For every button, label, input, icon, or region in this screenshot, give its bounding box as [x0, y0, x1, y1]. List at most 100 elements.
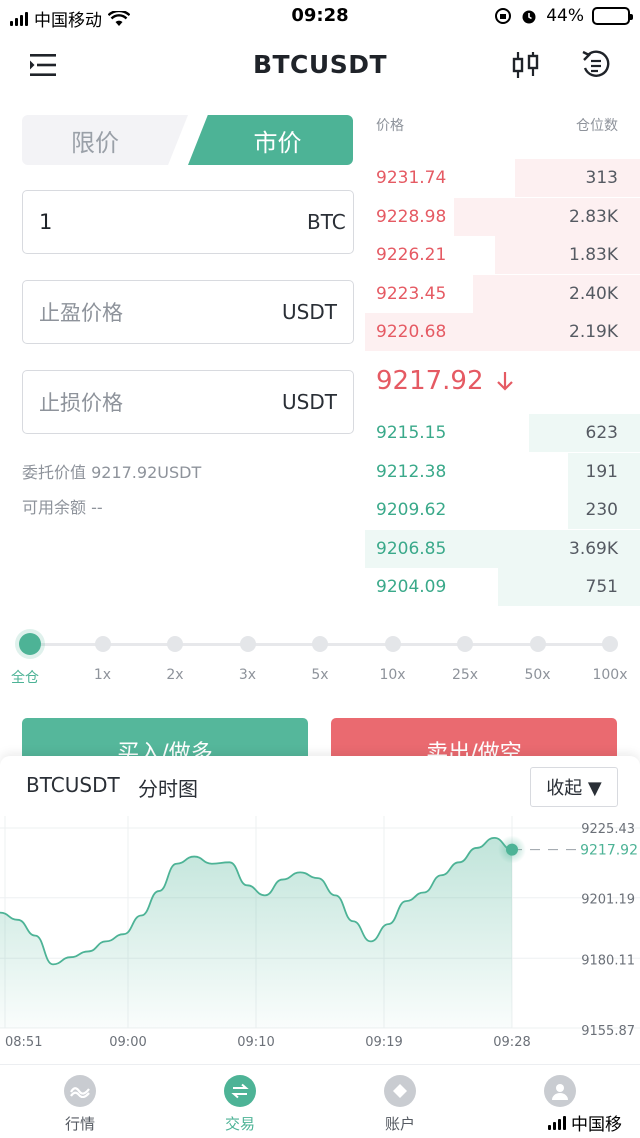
tab-limit-order[interactable]: 限价 [22, 115, 188, 165]
leverage-label[interactable]: 50x [508, 667, 568, 683]
ask-amount: 1.83K [569, 245, 618, 266]
ask-amount: 2.40K [569, 283, 618, 304]
leverage-stop[interactable] [312, 636, 328, 652]
ask-row[interactable]: 9223.45 2.40K [362, 274, 640, 313]
chart-y-tick: 9225.43 [581, 822, 635, 837]
leverage-label[interactable]: 全仓 [0, 667, 55, 687]
orientation-lock-icon [495, 8, 512, 24]
bid-row[interactable]: 9215.15 623 [362, 414, 640, 452]
leverage-label[interactable]: 2x [145, 667, 205, 683]
arrow-down-icon [496, 372, 513, 391]
orderbook-size-header: 仓位数 [576, 118, 618, 134]
stop-loss-unit: USDT [282, 390, 337, 414]
chart-y-tick: 9155.87 [581, 1024, 635, 1039]
collapse-button[interactable]: 收起 ▼ [530, 767, 618, 807]
page-title: BTCUSDT [252, 50, 388, 79]
ask-depth-bar [495, 236, 640, 275]
leverage-stop[interactable] [384, 636, 401, 652]
bid-row[interactable]: 9204.09 751 [362, 568, 640, 607]
bid-depth-bar [528, 414, 640, 452]
leverage-label[interactable]: 5x [290, 667, 350, 683]
chart-panel: BTCUSDT 分时图 收起 ▼ 9225.43 9201.19 9180.11 91… [0, 756, 640, 1064]
ask-price: 9231.74 [376, 168, 447, 188]
chart-x-tick: 09:10 [237, 1035, 274, 1050]
tab-market-order[interactable]: 市价 [188, 115, 353, 165]
bid-price: 9212.38 [376, 461, 447, 482]
tab-profile[interactable] [520, 1075, 600, 1113]
stop-loss-field[interactable]: 止损价格 USDT [22, 370, 354, 434]
market-icon [64, 1075, 96, 1107]
price-chart[interactable]: 9225.43 9201.19 9180.11 9155.87 08:51 09:00 09… [0, 816, 640, 1051]
account-icon [384, 1075, 416, 1107]
leverage-stop[interactable] [602, 636, 618, 652]
bid-amount: 191 [585, 461, 618, 482]
chart-y-tick: 9201.19 [581, 893, 635, 908]
leverage-stop[interactable] [19, 633, 41, 655]
amount-input[interactable] [39, 210, 307, 234]
status-bar: 中国移动 09:28 44% [0, 0, 640, 34]
take-profit-field[interactable]: 止盈价格 USDT [22, 280, 354, 344]
leverage-stop[interactable] [167, 636, 183, 652]
amount-unit: BTC [307, 210, 346, 234]
chart-x-tick: 08:51 [5, 1035, 42, 1050]
ask-amount: 2.83K [569, 206, 618, 227]
chart-x-tick: 09:00 [109, 1035, 146, 1050]
bid-depth-bar [498, 568, 640, 607]
ask-row[interactable]: 9226.21 1.83K [362, 236, 640, 275]
ask-row[interactable]: 9228.98 2.83K [362, 197, 640, 236]
last-price: 9217.92 [376, 366, 514, 396]
alarm-icon [522, 10, 536, 24]
bid-amount: 230 [585, 500, 618, 521]
leverage-stop[interactable] [94, 636, 111, 652]
leverage-label[interactable]: 25x [435, 667, 495, 683]
bid-row[interactable]: 9206.85 3.69K [362, 529, 640, 568]
leverage-label[interactable]: 100x [580, 667, 640, 683]
leverage-label[interactable]: 3x [218, 667, 278, 683]
candlestick-chart-icon[interactable] [510, 50, 542, 80]
bid-amount: 751 [585, 577, 618, 598]
tab-account-label: 账户 [384, 1115, 415, 1133]
status-right: 44% [494, 6, 633, 26]
battery-percent: 44% [546, 6, 584, 26]
leverage-label[interactable]: 10x [363, 667, 423, 683]
bid-row[interactable]: 9209.62 230 [362, 491, 640, 530]
ask-row[interactable]: 9231.74 313 [362, 159, 640, 197]
chart-y-tick: 9180.11 [581, 953, 635, 968]
tab-market[interactable]: 行情 [40, 1075, 120, 1134]
cellular-signal-icon [548, 1115, 566, 1130]
ask-amount: 313 [585, 168, 618, 188]
carrier-overlay-label: 中国移 [571, 1115, 622, 1135]
ask-price: 9220.68 [376, 322, 447, 343]
ask-price: 9223.45 [376, 283, 447, 304]
amount-field[interactable]: BTC [22, 190, 354, 254]
bid-price: 9206.85 [376, 538, 447, 559]
chart-current-point [506, 843, 518, 856]
chart-x-tick: 09:19 [365, 1035, 402, 1050]
available-balance-text: 可用余额 -- [22, 498, 103, 517]
orderbook-price-header: 价格 [376, 118, 404, 134]
profile-icon [544, 1075, 576, 1107]
leverage-stop[interactable] [457, 636, 473, 652]
ask-amount: 2.19K [569, 322, 618, 343]
carrier-overlay: 中国移 [548, 1110, 622, 1135]
bid-price: 9209.62 [376, 500, 447, 521]
tab-account[interactable]: 账户 [360, 1075, 440, 1134]
chart-x-tick: 09:28 [493, 1035, 530, 1050]
tab-trade[interactable]: 交易 [200, 1075, 280, 1134]
order-history-icon[interactable] [580, 50, 612, 80]
last-price-value: 9217.92 [376, 366, 484, 396]
bid-price: 9204.09 [376, 577, 447, 598]
chart-symbol: BTCUSDT [26, 773, 120, 797]
tab-trade-label: 交易 [224, 1115, 255, 1133]
leverage-stop[interactable] [529, 636, 546, 652]
bid-row[interactable]: 9212.38 191 [362, 452, 640, 491]
ask-row[interactable]: 9220.68 2.19K [362, 313, 640, 352]
leverage-label[interactable]: 1x [73, 667, 133, 683]
ask-price: 9226.21 [376, 245, 447, 266]
bid-price: 9215.15 [376, 423, 447, 443]
leverage-stop[interactable] [239, 636, 256, 652]
ask-depth-bar [514, 159, 640, 197]
chart-current-price-label: 9217.92 [580, 843, 638, 859]
battery-icon [592, 7, 633, 25]
trade-icon [224, 1075, 256, 1107]
